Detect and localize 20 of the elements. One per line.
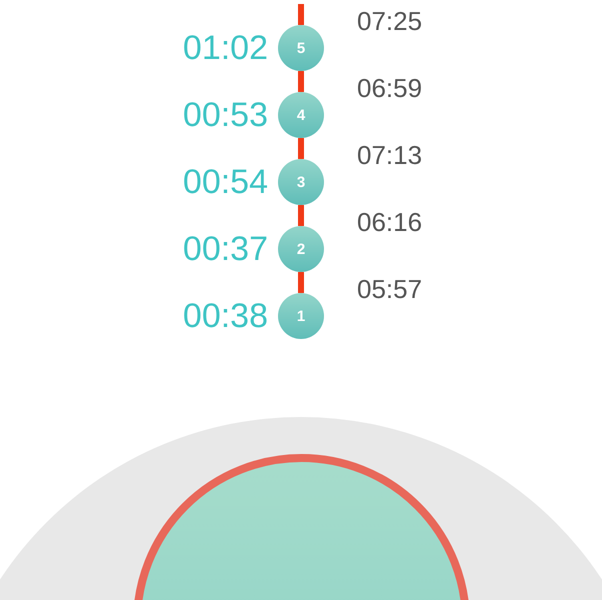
timeline-segment: [298, 138, 304, 159]
contraction-number: 4: [278, 92, 324, 138]
contraction-duration: 00:38: [182, 296, 268, 337]
timeline-segment: [298, 4, 304, 25]
timeline-segment: [298, 71, 304, 92]
contraction-duration: 00:54: [182, 162, 268, 203]
contraction-number: 1: [278, 293, 324, 339]
timeline-segment: [298, 272, 304, 293]
interval-time: 06:16: [357, 209, 424, 230]
contraction-duration: 00:53: [182, 95, 268, 136]
contraction-duration: 01:02: [182, 28, 268, 69]
contraction-number: 5: [278, 25, 324, 71]
contraction-duration: 00:37: [182, 229, 268, 270]
interval-time: 07:25: [357, 8, 424, 29]
timeline-segment: [298, 205, 304, 226]
interval-time: 05:57: [357, 276, 424, 297]
contraction-number: 2: [278, 226, 324, 272]
interval-time: 06:59: [357, 75, 424, 96]
interval-time: 07:13: [357, 142, 424, 163]
contraction-number: 3: [278, 159, 324, 205]
